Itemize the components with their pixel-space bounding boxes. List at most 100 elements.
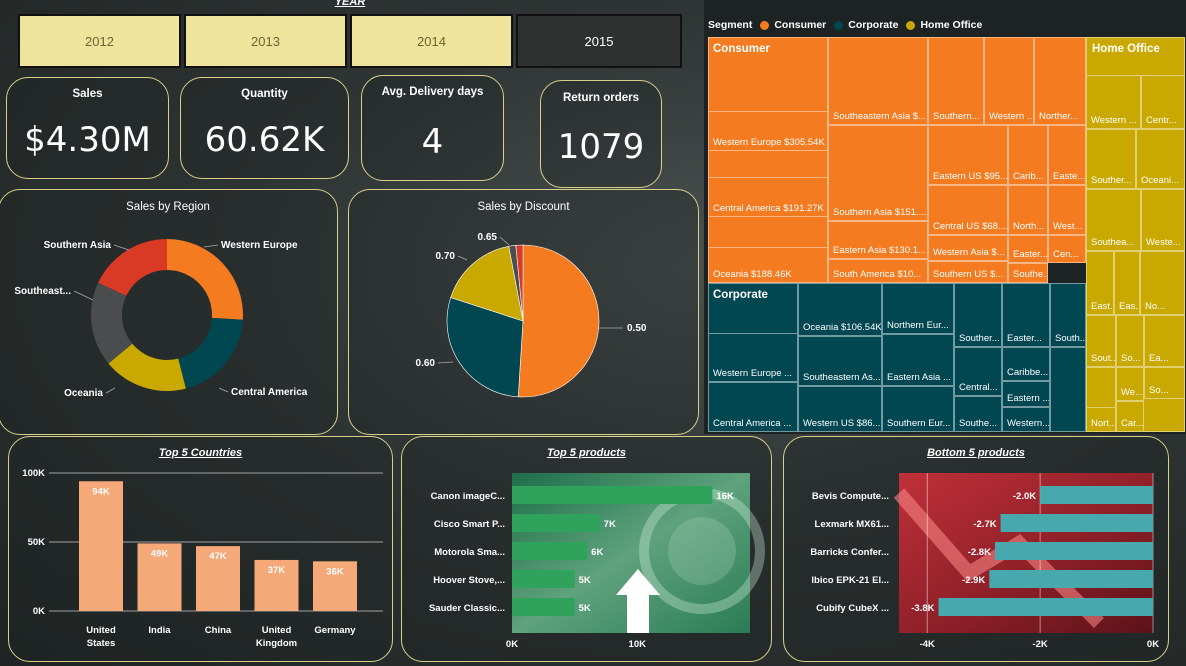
treemap-cell[interactable]: East...: [1086, 251, 1114, 315]
treemap-cell[interactable]: Sout...: [1086, 315, 1116, 367]
legend-title: Segment: [708, 19, 753, 31]
bottom-product-bar[interactable]: [1040, 486, 1153, 504]
treemap-cell[interactable]: Souther...: [1086, 129, 1136, 189]
treemap-cell[interactable]: Nort...: [1086, 407, 1116, 432]
country-value-label: 37K: [268, 565, 286, 576]
region-slice[interactable]: [178, 317, 243, 389]
discount-slice[interactable]: [517, 244, 600, 398]
treemap-cell[interactable]: Western Asia $...: [928, 235, 1008, 261]
treemap-cell-label: Caribbe...: [1007, 367, 1049, 378]
treemap-cell[interactable]: [1050, 347, 1086, 432]
treemap-cell[interactable]: Weste...: [1141, 189, 1185, 251]
treemap-cell[interactable]: Eas...: [1114, 251, 1140, 315]
discount-leader-line: [437, 361, 454, 364]
treemap-cell[interactable]: Cen...: [1048, 235, 1086, 263]
top-product-bar[interactable]: [512, 486, 713, 504]
treemap-cell[interactable]: No...: [1140, 251, 1185, 315]
treemap-cell[interactable]: Easte...: [1048, 125, 1086, 185]
treemap-cell[interactable]: Caribbe...: [1002, 347, 1050, 381]
treemap-cell[interactable]: Southe...: [1008, 263, 1048, 283]
country-bar[interactable]: [79, 481, 123, 611]
treemap-cell[interactable]: Norther...: [1034, 37, 1086, 125]
treemap-cell[interactable]: Eastern Asia $130.1...: [828, 221, 928, 259]
treemap-cell[interactable]: Western ...: [1086, 75, 1141, 129]
treemap-cell[interactable]: Central America $191.27K: [708, 177, 828, 217]
year-button-2015[interactable]: 2015: [516, 14, 682, 68]
treemap-cell[interactable]: Southern Asia $151....: [828, 125, 928, 221]
legend-corporate[interactable]: Corporate: [848, 19, 898, 31]
treemap-cell[interactable]: Central...: [954, 347, 1002, 396]
treemap-cell[interactable]: Souther...: [954, 283, 1002, 347]
treemap-cell-label: Western Europe ...: [713, 368, 793, 379]
year-button-2012[interactable]: 2012: [18, 14, 181, 68]
top-countries-chart: 100K 50K 0K 94K United States 49K India 47K China…: [22, 468, 383, 649]
treemap-cell[interactable]: Car...: [1116, 401, 1144, 432]
treemap-cell[interactable]: Western ...: [984, 37, 1034, 125]
top-product-bar[interactable]: [512, 542, 588, 560]
treemap-cell[interactable]: Oceani...: [1136, 129, 1185, 189]
legend-home-office[interactable]: Home Office: [920, 19, 982, 31]
top-product-category-label: Cisco Smart P...: [434, 519, 505, 530]
treemap-cell-label: Carib...: [1013, 171, 1044, 182]
treemap-cell[interactable]: Centr...: [1141, 75, 1185, 129]
bottom-products-chart: -4K -2K 0K -2.0K Bevis Compute... -2.7K Lexmar…: [810, 473, 1159, 650]
treemap-cell[interactable]: Central America ...: [708, 382, 798, 432]
treemap-cell[interactable]: Central US $68....: [928, 185, 1008, 235]
treemap-legend: Segment Consumer Corporate Home Office: [708, 19, 982, 31]
region-label: Southeast...: [14, 286, 71, 297]
region-label: Western Europe: [221, 240, 298, 251]
treemap-cell[interactable]: Northern Eur...: [882, 283, 954, 334]
treemap-cell[interactable]: Southern Eur...: [882, 386, 954, 432]
year-button-2014[interactable]: 2014: [350, 14, 513, 68]
treemap-cell[interactable]: South...: [1050, 283, 1086, 347]
treemap-cell[interactable]: Southern US $...: [928, 261, 1008, 283]
top-product-bar[interactable]: [512, 598, 575, 616]
legend-consumer[interactable]: Consumer: [774, 19, 826, 31]
bottom-product-category-label: Ibico EPK-21 El...: [811, 575, 889, 586]
bottom-product-category-label: Barricks Confer...: [810, 547, 889, 558]
treemap-cell-label: Southeastern As...: [803, 372, 881, 383]
country-value-label: 49K: [151, 548, 169, 559]
bottom-product-bar[interactable]: [989, 570, 1153, 588]
top-product-bar[interactable]: [512, 514, 600, 532]
treemap-cell-label: Eastern Asia ...: [887, 372, 951, 383]
treemap-cell[interactable]: Western Europe ...: [708, 333, 798, 382]
bottom-product-bar[interactable]: [994, 542, 1153, 560]
treemap-cell[interactable]: Easter...: [1008, 235, 1048, 263]
treemap-cell[interactable]: South America $10...: [828, 259, 928, 283]
treemap-cell[interactable]: Eastern US $95....: [928, 125, 1008, 185]
treemap-cell[interactable]: Carib...: [1008, 125, 1048, 185]
kpi-sales-value: $4.30M: [24, 120, 151, 160]
region-leader-line: [73, 290, 94, 301]
treemap-cell-label: Southern Asia $151....: [833, 207, 927, 218]
treemap-cell[interactable]: Southeastern As...: [798, 336, 882, 386]
treemap-cell[interactable]: Eastern ...: [1002, 381, 1050, 407]
treemap-cell[interactable]: Western...: [1002, 407, 1050, 432]
country-category-label: China: [205, 625, 232, 636]
treemap-cell[interactable]: Western US $86....: [798, 386, 882, 432]
treemap-cell[interactable]: Southea...: [1086, 189, 1141, 251]
treemap-cell[interactable]: We...: [1116, 367, 1144, 401]
bottom-product-bar[interactable]: [938, 598, 1153, 616]
treemap-cell[interactable]: West...: [1048, 185, 1086, 235]
bottom-product-bar[interactable]: [1000, 514, 1153, 532]
treemap-cell[interactable]: So...: [1116, 315, 1144, 367]
discount-label: 0.65: [478, 232, 498, 243]
treemap-cell-label: Western Asia $...: [933, 247, 1005, 258]
year-button-2013[interactable]: 2013: [184, 14, 347, 68]
treemap-cell[interactable]: Western Europe $305.54K: [708, 111, 828, 151]
treemap-cell[interactable]: So...: [1144, 367, 1185, 399]
treemap-cell[interactable]: Easter...: [1002, 283, 1050, 347]
treemap-cell[interactable]: Oceania $106.54K: [798, 283, 882, 336]
treemap-cell[interactable]: Ea...: [1144, 315, 1185, 367]
treemap-cell-label: Easte...: [1053, 171, 1086, 182]
treemap-cell[interactable]: Southeastern Asia $...: [828, 37, 928, 125]
treemap-cell[interactable]: Southe...: [954, 396, 1002, 432]
treemap-cell[interactable]: Eastern Asia ...: [882, 334, 954, 386]
top-product-bar[interactable]: [512, 570, 575, 588]
treemap-cell[interactable]: North...: [1008, 185, 1048, 235]
treemap-cell[interactable]: Southern...: [928, 37, 984, 125]
country-category-label: United: [86, 625, 116, 636]
region-slice[interactable]: [167, 239, 244, 320]
treemap-cell[interactable]: Oceania $188.46K: [708, 247, 828, 283]
